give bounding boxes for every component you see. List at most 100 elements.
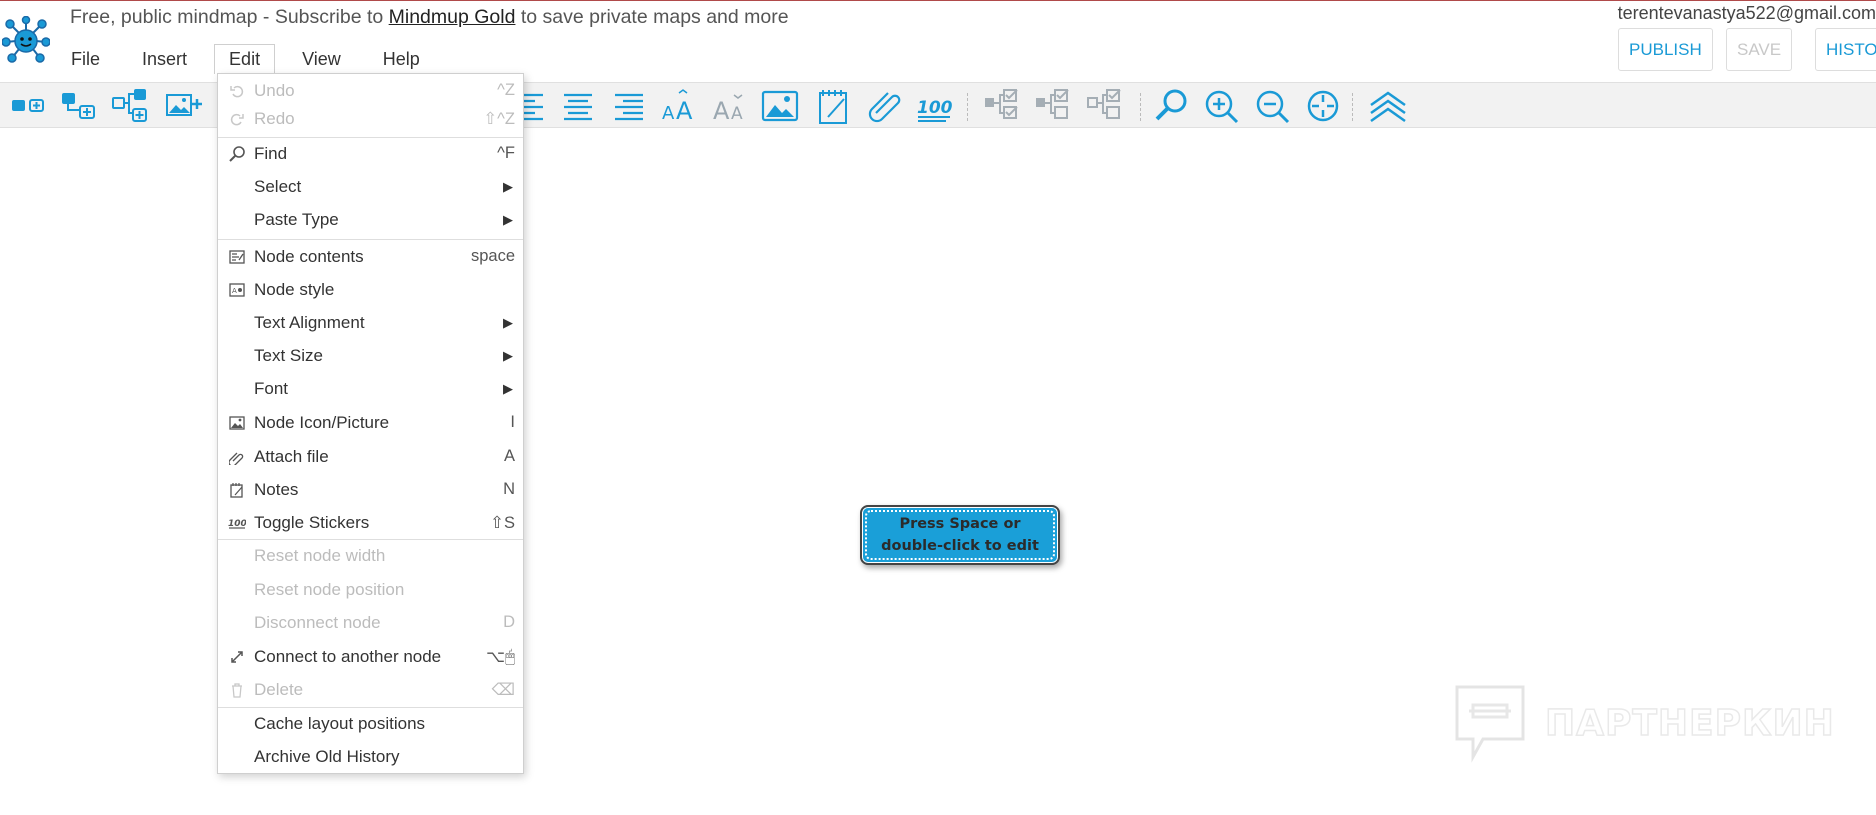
menu-edit[interactable]: Edit <box>214 44 276 74</box>
picture-icon <box>228 414 246 432</box>
submenu-arrow-icon: ▶ <box>503 314 513 330</box>
menu-item-shortcut: I <box>510 413 515 431</box>
mindmap-root-node[interactable]: Press Space or double-click to edit <box>860 505 1060 565</box>
submenu-arrow-icon: ▶ <box>503 178 513 194</box>
mindmup-logo[interactable] <box>1 15 51 64</box>
menu-item-label: Paste Type <box>254 209 339 229</box>
title-prefix: Free, public mindmap - Subscribe to <box>70 6 389 28</box>
menu-insert[interactable]: Insert <box>127 44 202 74</box>
menu-file[interactable]: File <box>56 44 115 74</box>
menu-item-label: Select <box>254 176 302 196</box>
title-suffix: to save private maps and more <box>515 6 789 28</box>
menu-item-label: Delete <box>254 679 304 699</box>
submenu-arrow-icon: ▶ <box>503 211 513 227</box>
menu-item-shortcut: D <box>503 613 515 631</box>
add-image-icon[interactable] <box>164 87 204 125</box>
menu-item-node-icon-picture[interactable]: Node Icon/Picture I <box>218 406 523 439</box>
svg-text:A: A <box>662 103 675 124</box>
menu-item-label: Cache layout positions <box>254 713 426 733</box>
add-node-below-icon[interactable] <box>110 87 150 125</box>
mindmup-gold-link[interactable]: Mindmup Gold <box>389 6 516 28</box>
edit-menu-dropdown: Undo ^Z Redo ⇧^Z Find ^F Select ▶ Paste … <box>217 73 524 774</box>
menu-item-label: Text Size <box>254 345 323 365</box>
add-child-node-icon[interactable] <box>8 87 48 125</box>
menu-item-select[interactable]: Select ▶ <box>218 170 523 203</box>
redo-icon <box>228 110 246 128</box>
menu-item-delete[interactable]: Delete ⌫ <box>218 673 523 706</box>
user-email[interactable]: terentevanastya522@gmail.com <box>1618 3 1876 24</box>
decrease-text-size-icon[interactable]: AA <box>710 87 750 125</box>
publish-button[interactable]: PUBLISH <box>1618 28 1713 71</box>
center-icon[interactable] <box>1303 87 1343 125</box>
save-button[interactable]: SAVE <box>1726 28 1793 71</box>
menu-item-redo[interactable]: Redo ⇧^Z <box>218 102 523 135</box>
trash-icon <box>228 681 246 699</box>
menu-item-find[interactable]: Find ^F <box>218 137 523 170</box>
toolbar-separator <box>967 93 968 121</box>
menu-item-font[interactable]: Font ▶ <box>218 372 523 405</box>
menu-item-disconnect-node[interactable]: Disconnect node D <box>218 606 523 639</box>
collapse-icon[interactable] <box>1368 87 1408 125</box>
attach-icon[interactable] <box>864 87 904 125</box>
align-right-icon[interactable] <box>609 87 649 125</box>
align-center-icon[interactable] <box>558 87 598 125</box>
top-border <box>0 0 1876 1</box>
menu-item-text-size[interactable]: Text Size ▶ <box>218 339 523 372</box>
menu-item-label: Reset node width <box>254 545 386 565</box>
search-icon[interactable] <box>1151 87 1191 125</box>
menu-item-shortcut: ^F <box>497 144 515 162</box>
watermark-logo-icon <box>1455 685 1525 763</box>
menu-item-label: Font <box>254 378 289 398</box>
toolbar-separator <box>1352 93 1353 121</box>
checklist-icon[interactable] <box>982 87 1022 125</box>
menu-item-reset-node-position[interactable]: Reset node position <box>218 573 523 606</box>
menu-item-connect-to-another-node[interactable]: Connect to another node ⌥🖱 <box>218 640 523 673</box>
sticker-100-icon: 100 <box>228 514 246 532</box>
menu-item-label: Disconnect node <box>254 612 381 632</box>
page-title: Free, public mindmap - Subscribe to Mind… <box>70 6 789 29</box>
connect-icon <box>228 648 246 666</box>
node-style-icon: A <box>228 281 246 299</box>
menu-item-paste-type[interactable]: Paste Type ▶ <box>218 203 523 236</box>
checklist-add-icon[interactable] <box>1033 87 1073 125</box>
menu-item-toggle-stickers[interactable]: 100 Toggle Stickers ⇧S <box>218 506 523 539</box>
menu-item-label: Text Alignment <box>254 312 365 332</box>
menu-view[interactable]: View <box>287 44 356 74</box>
menu-item-node-contents[interactable]: Node contents space <box>218 240 523 273</box>
menu-item-archive-old-history[interactable]: Archive Old History <box>218 740 523 773</box>
menu-item-label: Node Icon/Picture <box>254 412 390 432</box>
menu-item-label: Connect to another node <box>254 646 442 666</box>
add-sibling-node-icon[interactable] <box>59 87 99 125</box>
zoom-in-icon[interactable] <box>1201 87 1241 125</box>
menu-item-cache-layout-positions[interactable]: Cache layout positions <box>218 707 523 740</box>
svg-text:A: A <box>731 104 743 124</box>
menu-item-text-alignment[interactable]: Text Alignment ▶ <box>218 306 523 339</box>
svg-text:100: 100 <box>917 98 953 118</box>
sticker-100-icon[interactable]: 100 <box>915 87 955 125</box>
svg-text:A: A <box>232 287 237 295</box>
menu-item-label: Node contents <box>254 246 364 266</box>
increase-text-size-icon[interactable]: AA <box>659 87 699 125</box>
menu-item-node-style[interactable]: A Node style <box>218 273 523 306</box>
zoom-out-icon[interactable] <box>1252 87 1292 125</box>
menu-item-shortcut: ⌥🖱 <box>486 647 515 666</box>
checklist-remove-icon[interactable] <box>1085 87 1125 125</box>
submenu-arrow-icon: ▶ <box>503 347 513 363</box>
menu-item-shortcut: ⌫ <box>491 680 515 699</box>
menu-item-shortcut: ^Z <box>497 81 515 99</box>
menu-bar: File Insert Edit View Help <box>56 44 435 74</box>
menu-help[interactable]: Help <box>368 44 435 74</box>
svg-text:A: A <box>676 97 693 125</box>
notes-icon[interactable] <box>814 87 854 125</box>
menu-item-reset-node-width[interactable]: Reset node width <box>218 539 523 572</box>
node-contents-icon <box>228 248 246 266</box>
undo-icon <box>228 82 246 100</box>
node-picture-icon[interactable] <box>760 87 800 125</box>
node-text: Press Space or double-click to edit <box>881 516 1039 554</box>
history-button[interactable]: HISTORY <box>1815 28 1876 71</box>
watermark: ПАРТНЕРКИН <box>1453 683 1835 763</box>
menu-item-attach-file[interactable]: Attach file A <box>218 440 523 473</box>
menu-item-notes[interactable]: Notes N <box>218 473 523 506</box>
paperclip-icon <box>228 448 246 466</box>
menu-item-label: Node style <box>254 279 335 299</box>
